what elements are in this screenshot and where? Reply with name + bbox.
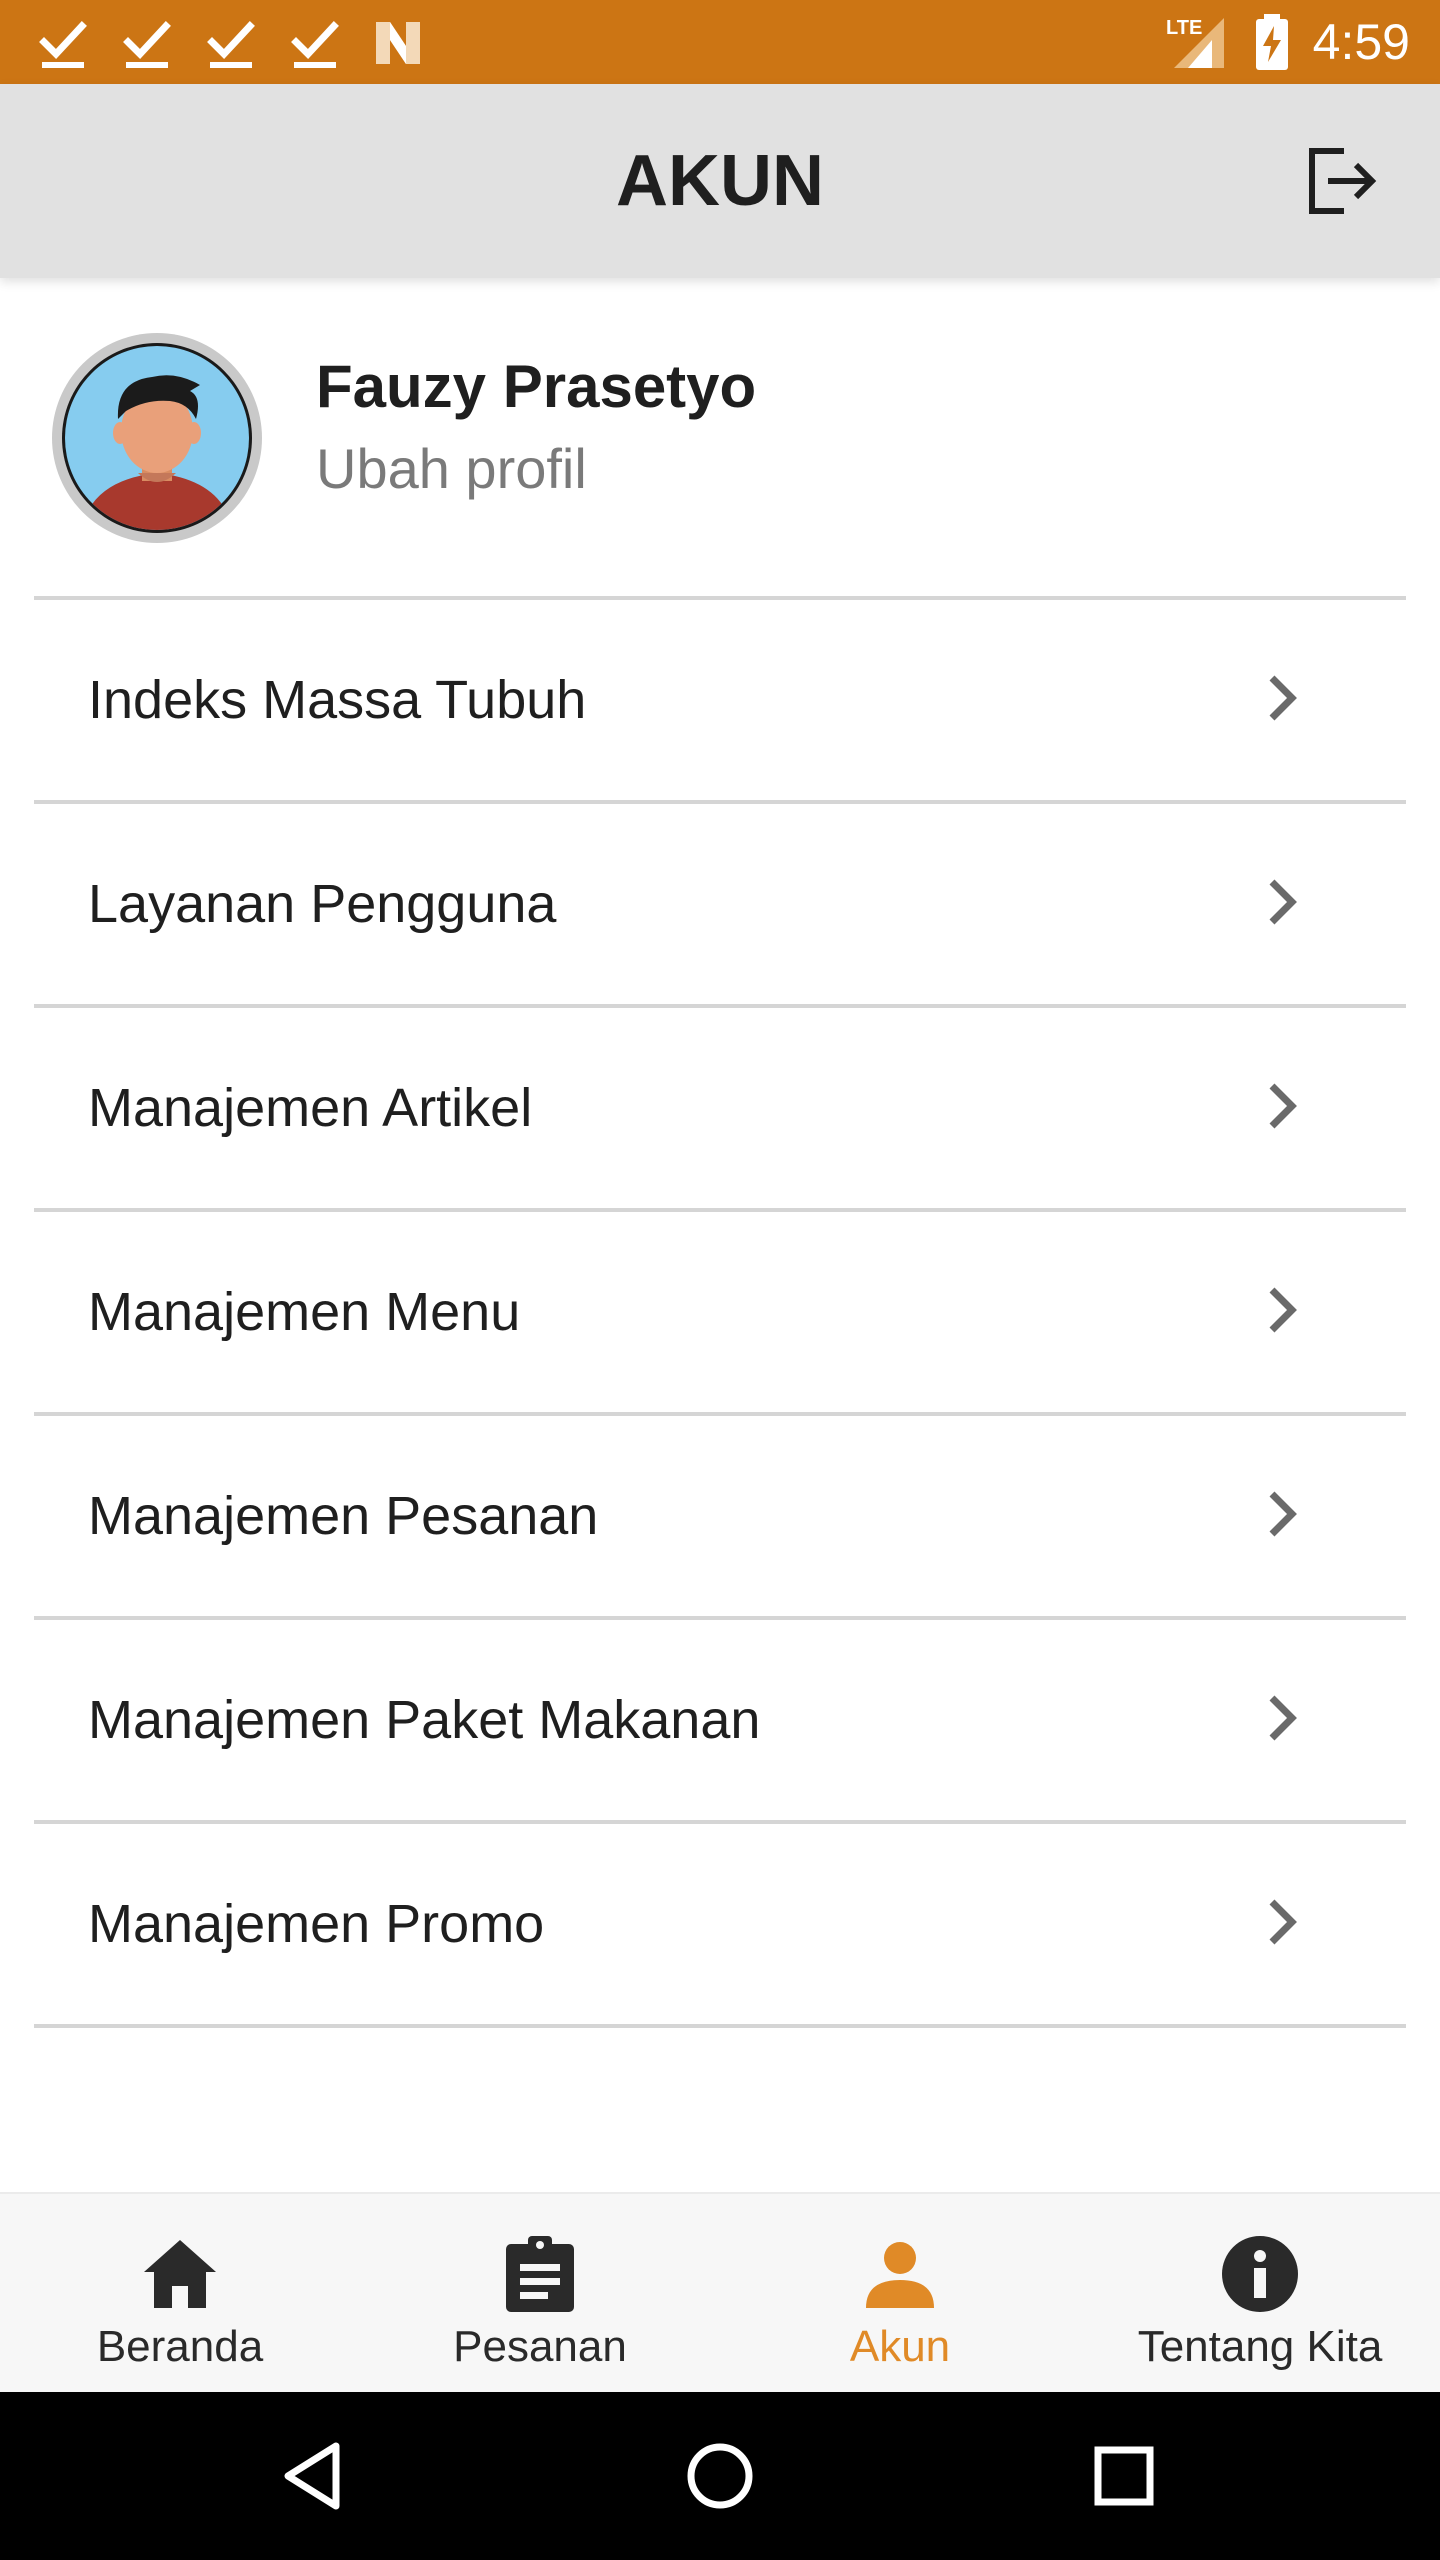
profile-header[interactable]: Fauzy Prasetyo Ubah profil [0, 278, 1440, 598]
system-nav-bar [0, 2392, 1440, 2560]
menu-list: Indeks Massa Tubuh Layanan Pengguna Mana… [0, 596, 1440, 2028]
menu-item-label: Layanan Pengguna [88, 874, 557, 934]
menu-item-layanan-pengguna[interactable]: Layanan Pengguna [0, 804, 1440, 1004]
menu-item-label: Manajemen Paket Makanan [88, 1690, 761, 1750]
clipboard-icon [500, 2234, 580, 2314]
status-bar: LTE 4:59 [0, 0, 1440, 84]
chevron-right-icon [1256, 1282, 1312, 1338]
back-icon [284, 2442, 340, 2510]
chevron-right-icon [1256, 1894, 1312, 1950]
lte-label: LTE [1166, 17, 1202, 39]
divider [34, 2024, 1406, 2028]
battery-charging-icon [1252, 12, 1292, 72]
nav-label: Tentang Kita [1137, 2322, 1383, 2371]
chevron-right-icon [1256, 1486, 1312, 1542]
menu-item-manajemen-menu[interactable]: Manajemen Menu [0, 1212, 1440, 1412]
nav-item-tentang-kita[interactable]: Tentang Kita [1080, 2194, 1440, 2394]
person-icon [860, 2234, 940, 2314]
avatar[interactable] [52, 333, 262, 543]
check-icon [120, 12, 176, 72]
chevron-right-icon [1256, 874, 1312, 930]
logout-icon [1309, 148, 1377, 214]
menu-item-manajemen-paket-makanan[interactable]: Manajemen Paket Makanan [0, 1620, 1440, 1820]
check-icon [36, 12, 92, 72]
lte-signal-icon: LTE [1164, 12, 1228, 72]
status-time: 4:59 [1312, 14, 1410, 70]
nav-item-beranda[interactable]: Beranda [0, 2194, 360, 2394]
check-icon [288, 12, 344, 72]
menu-item-manajemen-promo[interactable]: Manajemen Promo [0, 1824, 1440, 2024]
check-icon [204, 12, 260, 72]
menu-item-label: Manajemen Promo [88, 1894, 545, 1954]
nav-item-pesanan[interactable]: Pesanan [360, 2194, 720, 2394]
bottom-nav: Beranda Pesanan Akun Tentang Kita [0, 2192, 1440, 2394]
n-app-icon [370, 12, 426, 72]
chevron-right-icon [1256, 1078, 1312, 1134]
page-title: AKUN [616, 141, 824, 221]
nav-item-akun[interactable]: Akun [720, 2194, 1080, 2394]
menu-item-indeks-massa-tubuh[interactable]: Indeks Massa Tubuh [0, 600, 1440, 800]
chevron-right-icon [1256, 670, 1312, 726]
back-button[interactable] [276, 2436, 356, 2516]
chevron-right-icon [1256, 1690, 1312, 1746]
logout-button[interactable] [1304, 143, 1380, 219]
home-system-button[interactable] [680, 2436, 760, 2516]
menu-item-manajemen-pesanan[interactable]: Manajemen Pesanan [0, 1416, 1440, 1616]
menu-item-manajemen-artikel[interactable]: Manajemen Artikel [0, 1008, 1440, 1208]
info-icon [1220, 2234, 1300, 2314]
nav-label: Beranda [96, 2322, 264, 2371]
nav-label: Akun [849, 2322, 951, 2371]
menu-item-label: Indeks Massa Tubuh [88, 670, 587, 730]
recents-button[interactable] [1084, 2436, 1164, 2516]
user-avatar-icon [62, 343, 252, 533]
menu-item-label: Manajemen Menu [88, 1282, 521, 1342]
edit-profile-link[interactable]: Ubah profil [316, 424, 587, 514]
home-icon [140, 2234, 220, 2314]
menu-item-label: Manajemen Pesanan [88, 1486, 599, 1546]
app-bar: AKUN [0, 84, 1440, 278]
menu-item-label: Manajemen Artikel [88, 1078, 533, 1138]
nav-label: Pesanan [453, 2322, 627, 2371]
home-circle-icon [687, 2443, 753, 2509]
recents-icon [1094, 2446, 1154, 2506]
profile-name: Fauzy Prasetyo [316, 353, 757, 420]
